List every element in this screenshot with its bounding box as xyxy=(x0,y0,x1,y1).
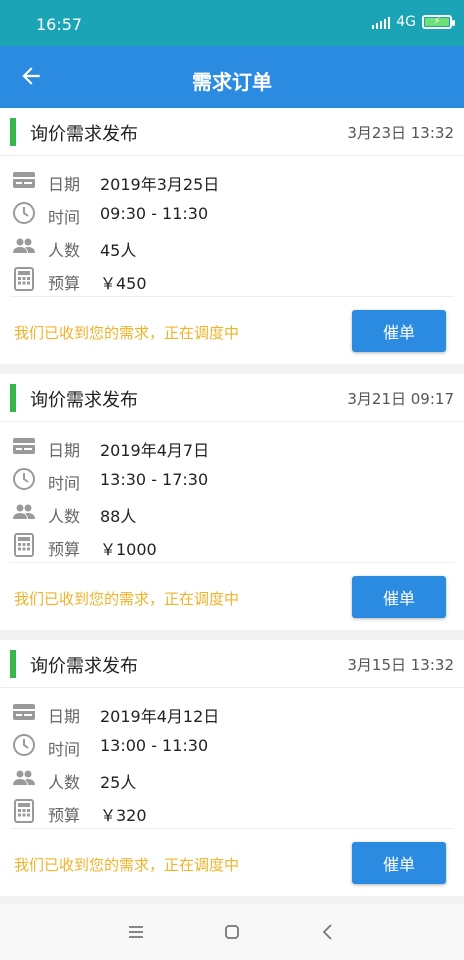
order-details: 日期 2019年4月7日 时间 13:30 - 17:30 人数 88人 预算 … xyxy=(0,422,464,562)
clock-icon xyxy=(13,202,35,224)
order-card-header: 询价需求发布 3月21日 09:17 xyxy=(0,374,464,422)
order-card-footer: 我们已收到您的需求，正在调度中 催单 xyxy=(10,562,454,630)
detail-label: 人数 xyxy=(48,241,81,260)
detail-row-time: 时间 13:00 - 11:30 xyxy=(0,729,464,762)
card-icon xyxy=(13,172,35,188)
order-card-footer: 我们已收到您的需求，正在调度中 催单 xyxy=(10,296,454,364)
accent-bar xyxy=(10,384,16,412)
detail-value: 2019年3月25日 xyxy=(100,175,220,194)
calculator-icon xyxy=(14,267,34,291)
detail-row-budget: 预算 ￥320 xyxy=(0,795,464,828)
order-details: 日期 2019年3月25日 时间 09:30 - 11:30 人数 45人 预算… xyxy=(0,156,464,296)
signal-icon xyxy=(372,15,391,29)
detail-label: 时间 xyxy=(48,208,81,227)
detail-label: 预算 xyxy=(48,540,81,559)
order-title: 询价需求发布 xyxy=(30,656,138,677)
order-datetime: 3月15日 13:32 xyxy=(347,656,454,674)
detail-label: 预算 xyxy=(48,274,81,293)
page-title: 需求订单 xyxy=(192,70,272,94)
network-type: 4G xyxy=(396,14,416,30)
status-bar: 16:57 4G ⚡ xyxy=(0,0,464,46)
order-status-text: 我们已收到您的需求，正在调度中 xyxy=(14,856,240,874)
detail-row-people: 人数 25人 xyxy=(0,762,464,795)
app-bar: 需求订单 xyxy=(0,46,464,108)
accent-bar xyxy=(10,650,16,678)
detail-value: 45人 xyxy=(100,241,137,260)
detail-label: 时间 xyxy=(48,474,81,493)
order-details: 日期 2019年4月12日 时间 13:00 - 11:30 人数 25人 预算… xyxy=(0,688,464,828)
detail-label: 日期 xyxy=(48,175,81,194)
status-icons: 4G ⚡ xyxy=(372,14,455,30)
detail-row-date: 日期 2019年3月25日 xyxy=(0,164,464,197)
back-chevron-icon[interactable] xyxy=(318,922,338,942)
detail-row-date: 日期 2019年4月12日 xyxy=(0,696,464,729)
order-card: 询价需求发布 3月15日 13:32 日期 2019年4月12日 时间 13:0… xyxy=(0,640,464,896)
home-square-icon[interactable] xyxy=(222,922,242,942)
detail-row-time: 时间 13:30 - 17:30 xyxy=(0,463,464,496)
clock-icon xyxy=(13,468,35,490)
detail-value: ￥1000 xyxy=(100,540,157,559)
detail-label: 预算 xyxy=(48,806,81,825)
battery-icon: ⚡ xyxy=(422,15,455,29)
order-datetime: 3月21日 09:17 xyxy=(347,390,454,408)
detail-value: ￥450 xyxy=(100,274,147,293)
detail-label: 日期 xyxy=(48,707,81,726)
detail-row-budget: 预算 ￥1000 xyxy=(0,529,464,562)
detail-row-people: 人数 45人 xyxy=(0,230,464,263)
order-card-header: 询价需求发布 3月23日 13:32 xyxy=(0,108,464,156)
status-time: 16:57 xyxy=(36,15,83,34)
urge-button[interactable]: 催单 xyxy=(352,842,446,884)
detail-label: 人数 xyxy=(48,773,81,792)
order-card: 询价需求发布 3月23日 13:32 日期 2019年3月25日 时间 09:3… xyxy=(0,108,464,364)
clock-icon xyxy=(13,734,35,756)
detail-label: 时间 xyxy=(48,740,81,759)
detail-row-budget: 预算 ￥450 xyxy=(0,263,464,296)
people-icon xyxy=(13,504,35,519)
order-title: 询价需求发布 xyxy=(30,124,138,145)
detail-value: ￥320 xyxy=(100,806,147,825)
accent-bar xyxy=(10,118,16,146)
detail-value: 88人 xyxy=(100,507,137,526)
order-title: 询价需求发布 xyxy=(30,390,138,411)
order-card-footer: 我们已收到您的需求，正在调度中 催单 xyxy=(10,828,454,896)
detail-row-time: 时间 09:30 - 11:30 xyxy=(0,197,464,230)
order-status-text: 我们已收到您的需求，正在调度中 xyxy=(14,590,240,608)
calculator-icon xyxy=(14,533,34,557)
detail-value: 09:30 - 11:30 xyxy=(100,204,209,223)
order-list: 询价需求发布 3月23日 13:32 日期 2019年3月25日 时间 09:3… xyxy=(0,108,464,906)
order-card-header: 询价需求发布 3月15日 13:32 xyxy=(0,640,464,688)
urge-button[interactable]: 催单 xyxy=(352,576,446,618)
menu-icon[interactable] xyxy=(126,922,146,942)
urge-button[interactable]: 催单 xyxy=(352,310,446,352)
card-icon xyxy=(13,704,35,720)
people-icon xyxy=(13,770,35,785)
detail-label: 人数 xyxy=(48,507,81,526)
detail-row-people: 人数 88人 xyxy=(0,496,464,529)
detail-value: 2019年4月7日 xyxy=(100,441,210,460)
detail-value: 2019年4月12日 xyxy=(100,707,220,726)
calculator-icon xyxy=(14,799,34,823)
detail-value: 25人 xyxy=(100,773,137,792)
detail-label: 日期 xyxy=(48,441,81,460)
people-icon xyxy=(13,238,35,253)
order-datetime: 3月23日 13:32 xyxy=(347,124,454,142)
detail-value: 13:30 - 17:30 xyxy=(100,470,209,489)
detail-value: 13:00 - 11:30 xyxy=(100,736,209,755)
card-icon xyxy=(13,438,35,454)
order-card: 询价需求发布 3月21日 09:17 日期 2019年4月7日 时间 13:30… xyxy=(0,374,464,630)
detail-row-date: 日期 2019年4月7日 xyxy=(0,430,464,463)
system-nav-bar xyxy=(0,904,464,960)
order-status-text: 我们已收到您的需求，正在调度中 xyxy=(14,324,240,342)
